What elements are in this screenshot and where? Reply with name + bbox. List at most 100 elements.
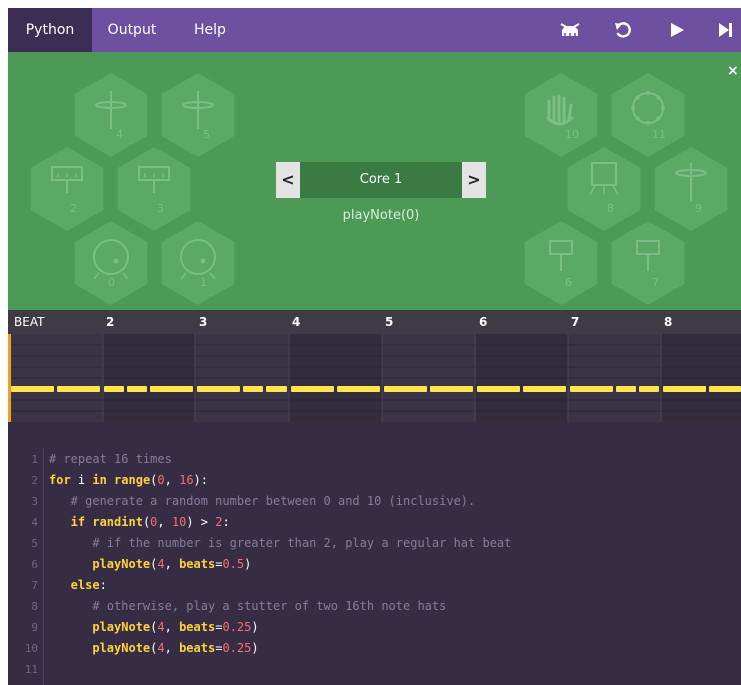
- instrument-cymbal-5[interactable]: 5: [161, 73, 235, 157]
- beat-marker: 8: [664, 315, 673, 329]
- code-token: 0.5: [222, 557, 245, 571]
- code-text: # if the number is greater than 2, play …: [49, 533, 511, 554]
- instrument-label: 10: [565, 128, 579, 141]
- line-number: 8: [31, 600, 38, 613]
- instrument-tambourine-11[interactable]: 11: [611, 73, 685, 157]
- beat-ruler: BEAT 2 3 4 5 6 7 8: [8, 310, 741, 334]
- code-text: playNote(4, beats=0.25): [49, 638, 258, 659]
- code-token: # generate a random number between 0 and…: [49, 494, 476, 508]
- code-token: ): [244, 557, 252, 571]
- code-token: :: [99, 578, 107, 592]
- next-core-button[interactable]: >: [462, 162, 486, 198]
- core-selector: < Core 1 >: [276, 162, 486, 198]
- code-line[interactable]: 9 playNote(4, beats=0.25): [8, 617, 741, 638]
- code-token: 4: [157, 620, 165, 634]
- line-number: 7: [31, 579, 38, 592]
- close-panel-button[interactable]: ×: [727, 63, 739, 79]
- instrument-kick-0[interactable]: 0: [74, 221, 148, 305]
- code-text: # otherwise, play a stutter of two 16th …: [49, 596, 446, 617]
- code-token: 0: [157, 473, 165, 487]
- instrument-label: 9: [695, 202, 702, 215]
- code-text: playNote(4, beats=0.5): [49, 554, 251, 575]
- code-line[interactable]: 11: [8, 659, 741, 680]
- beat-marker: 5: [385, 315, 394, 329]
- instrument-label: 6: [565, 276, 572, 289]
- code-token: # if the number is greater than 2, play …: [49, 536, 512, 550]
- code-token: ) >: [186, 515, 216, 529]
- code-token: i: [77, 473, 93, 487]
- instrument-cymbal-9[interactable]: 9: [654, 147, 728, 231]
- code-token: :: [222, 515, 230, 529]
- beat-marker: 3: [199, 315, 208, 329]
- line-number: 6: [31, 558, 38, 571]
- tab-output[interactable]: Output: [92, 8, 172, 52]
- instrument-snare-3[interactable]: 3: [117, 147, 191, 231]
- code-line[interactable]: 5 # if the number is greater than 2, pla…: [8, 533, 741, 554]
- instrument-clap-10[interactable]: 10: [524, 73, 598, 157]
- instrument-label: 11: [652, 128, 666, 141]
- app-window: Python Output Help 4 5 2 3 0 1 10 11 8 9…: [8, 8, 741, 685]
- instrument-tom-7[interactable]: 7: [611, 221, 685, 305]
- code-token: 10: [171, 515, 187, 529]
- code-token: ,: [164, 620, 180, 634]
- code-token: ,: [164, 473, 180, 487]
- play-icon[interactable]: [662, 8, 692, 52]
- line-number: 3: [31, 495, 38, 508]
- code-line[interactable]: 7 else:: [8, 575, 741, 596]
- instrument-tom-6[interactable]: 6: [524, 221, 598, 305]
- undo-icon[interactable]: [608, 8, 638, 52]
- code-token: 16: [179, 473, 194, 487]
- code-line[interactable]: 6 playNote(4, beats=0.5): [8, 554, 741, 575]
- code-token: ,: [164, 641, 180, 655]
- instrument-label: 1: [200, 276, 207, 289]
- code-token: beats: [179, 641, 216, 655]
- instrument-snare-2[interactable]: 2: [30, 147, 104, 231]
- line-number: 5: [31, 537, 38, 550]
- code-token: ,: [164, 557, 180, 571]
- line-number: 4: [31, 516, 38, 529]
- code-line[interactable]: 2 for i in range(0, 16):: [8, 470, 741, 491]
- instrument-kick-1[interactable]: 1: [161, 221, 235, 305]
- step-forward-icon[interactable]: [711, 8, 741, 52]
- hat-notes: [11, 386, 741, 392]
- code-token: ,: [157, 515, 172, 529]
- beat-marker: 6: [479, 315, 488, 329]
- code-token: beats: [179, 620, 216, 634]
- code-text: for i in range(0, 16):: [49, 470, 208, 491]
- code-line[interactable]: 1 # repeat 16 times: [8, 449, 741, 470]
- code-token: 4: [157, 641, 165, 655]
- tab-help[interactable]: Help: [178, 8, 242, 52]
- code-token: 0.25: [222, 641, 252, 655]
- code-token: 4: [157, 557, 165, 571]
- code-line[interactable]: 10 playNote(4, beats=0.25): [8, 638, 741, 659]
- instrument-panel: 4 5 2 3 0 1 10 11 8 9 6 7 × < Core 1 > p…: [8, 52, 741, 310]
- line-number: 10: [24, 642, 38, 655]
- instrument-label: 7: [652, 276, 659, 289]
- instrument-label: 4: [116, 128, 123, 141]
- code-token: playNote: [49, 557, 151, 571]
- beat-marker: 7: [571, 315, 580, 329]
- code-token: ):: [193, 473, 208, 487]
- code-line[interactable]: 4 if randint(0, 10) > 2:: [8, 512, 741, 533]
- code-token: playNote: [49, 641, 151, 655]
- instrument-floor-tom-8[interactable]: 8: [567, 147, 641, 231]
- code-line[interactable]: 3 # generate a random number between 0 a…: [8, 491, 741, 512]
- code-token: # otherwise, play a stutter of two 16th …: [49, 599, 447, 613]
- line-number: 1: [31, 453, 38, 466]
- menu-bar: Python Output Help: [8, 8, 741, 52]
- code-token: 0.25: [222, 620, 252, 634]
- code-token: randint: [92, 515, 143, 529]
- beat-header-label: BEAT: [14, 315, 45, 329]
- code-line[interactable]: 8 # otherwise, play a stutter of two 16t…: [8, 596, 741, 617]
- line-number: 11: [24, 663, 38, 676]
- track-lanes[interactable]: [8, 334, 741, 422]
- drum-kit-icon[interactable]: [555, 8, 585, 52]
- tab-python[interactable]: Python: [8, 8, 92, 52]
- code-token: ): [251, 620, 259, 634]
- line-number: 2: [31, 474, 38, 487]
- code-editor[interactable]: 1 # repeat 16 times 2 for i in range(0, 16)…: [8, 422, 741, 685]
- instrument-cymbal-4[interactable]: 4: [74, 73, 148, 157]
- instrument-label: 2: [70, 202, 77, 215]
- previous-core-button[interactable]: <: [276, 162, 300, 198]
- core-label: Core 1: [359, 172, 403, 187]
